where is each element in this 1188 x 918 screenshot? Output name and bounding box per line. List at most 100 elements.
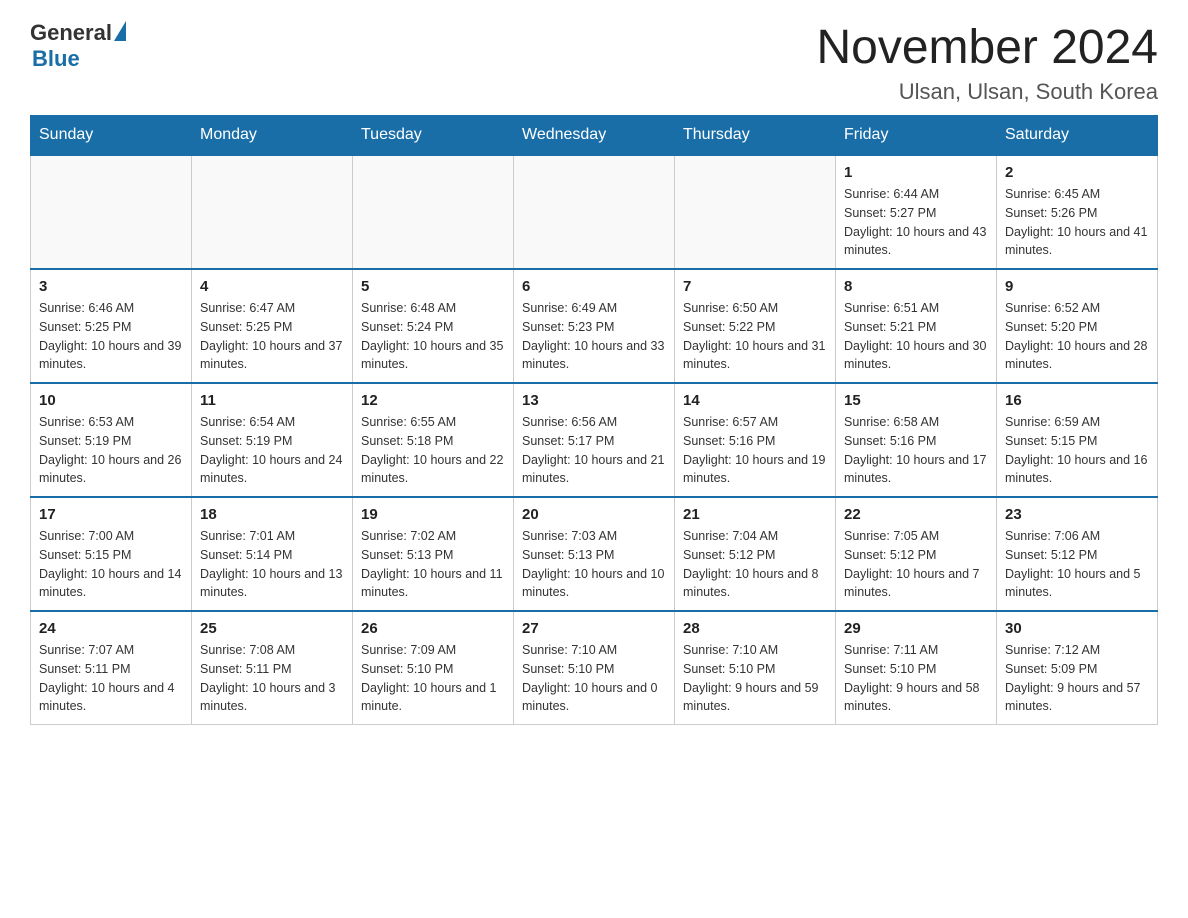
calendar-title: November 2024 — [816, 20, 1158, 75]
calendar-cell-w1-d3: 6 Sunrise: 6:49 AMSunset: 5:23 PMDaylight… — [514, 269, 675, 383]
day-number: 4 — [200, 278, 344, 295]
day-number: 23 — [1005, 506, 1149, 523]
day-info: Sunrise: 6:57 AMSunset: 5:16 PMDaylight:… — [683, 413, 827, 488]
calendar-cell-w1-d2: 5Sunrise: 6:48 AMSunset: 5:24 PMDaylight… — [353, 269, 514, 383]
day-number: 21 — [683, 506, 827, 523]
calendar-cell-w0-d0 — [31, 155, 192, 269]
day-number: 15 — [844, 392, 988, 409]
day-number: 17 — [39, 506, 183, 523]
calendar-cell-w4-d4: 28 Sunrise: 7:10 AMSunset: 5:10 PMDayligh… — [675, 611, 836, 725]
weekday-header-friday: Friday — [836, 116, 997, 156]
day-info: Sunrise: 6:52 AMSunset: 5:20 PMDaylight:… — [1005, 299, 1149, 374]
day-number: 1 — [844, 164, 988, 181]
day-number: 27 — [522, 620, 666, 637]
day-info: Sunrise: 7:11 AMSunset: 5:10 PMDaylight:… — [844, 641, 988, 716]
day-info: Sunrise: 7:07 AMSunset: 5:11 PMDaylight:… — [39, 641, 183, 716]
calendar-cell-w4-d6: 30 Sunrise: 7:12 AMSunset: 5:09 PMDayligh… — [997, 611, 1158, 725]
day-number: 6 — [522, 278, 666, 295]
day-number: 19 — [361, 506, 505, 523]
day-info: Sunrise: 6:55 AMSunset: 5:18 PMDaylight:… — [361, 413, 505, 488]
day-number: 29 — [844, 620, 988, 637]
day-info: Sunrise: 6:54 AMSunset: 5:19 PMDaylight:… — [200, 413, 344, 488]
day-info: Sunrise: 7:08 AMSunset: 5:11 PMDaylight:… — [200, 641, 344, 716]
logo-blue-text: Blue — [32, 46, 80, 72]
calendar-cell-w3-d5: 22Sunrise: 7:05 AMSunset: 5:12 PMDayligh… — [836, 497, 997, 611]
day-info: Sunrise: 6:50 AMSunset: 5:22 PMDaylight:… — [683, 299, 827, 374]
calendar-cell-w4-d2: 26 Sunrise: 7:09 AMSunset: 5:10 PMDayligh… — [353, 611, 514, 725]
week-row-4: 24 Sunrise: 7:07 AMSunset: 5:11 PMDayligh… — [31, 611, 1158, 725]
week-row-1: 3 Sunrise: 6:46 AMSunset: 5:25 PMDaylight… — [31, 269, 1158, 383]
calendar-cell-w1-d5: 8Sunrise: 6:51 AMSunset: 5:21 PMDaylight… — [836, 269, 997, 383]
day-number: 10 — [39, 392, 183, 409]
calendar-cell-w2-d1: 11 Sunrise: 6:54 AMSunset: 5:19 PMDayligh… — [192, 383, 353, 497]
calendar-cell-w3-d1: 18Sunrise: 7:01 AMSunset: 5:14 PMDayligh… — [192, 497, 353, 611]
day-number: 26 — [361, 620, 505, 637]
day-info: Sunrise: 7:03 AMSunset: 5:13 PMDaylight:… — [522, 527, 666, 602]
calendar-cell-w2-d2: 12 Sunrise: 6:55 AMSunset: 5:18 PMDayligh… — [353, 383, 514, 497]
day-info: Sunrise: 7:02 AMSunset: 5:13 PMDaylight:… — [361, 527, 505, 602]
day-number: 7 — [683, 278, 827, 295]
calendar-cell-w4-d1: 25 Sunrise: 7:08 AMSunset: 5:11 PMDayligh… — [192, 611, 353, 725]
calendar-cell-w2-d0: 10 Sunrise: 6:53 AMSunset: 5:19 PMDayligh… — [31, 383, 192, 497]
day-info: Sunrise: 7:10 AMSunset: 5:10 PMDaylight:… — [522, 641, 666, 716]
day-number: 22 — [844, 506, 988, 523]
logo-general-text: General — [30, 20, 112, 46]
calendar-cell-w0-d4 — [675, 155, 836, 269]
day-number: 24 — [39, 620, 183, 637]
day-number: 3 — [39, 278, 183, 295]
day-number: 5 — [361, 278, 505, 295]
calendar-cell-w2-d4: 14Sunrise: 6:57 AMSunset: 5:16 PMDayligh… — [675, 383, 836, 497]
day-info: Sunrise: 7:09 AMSunset: 5:10 PMDaylight:… — [361, 641, 505, 716]
logo: General Blue — [30, 20, 126, 72]
day-info: Sunrise: 6:53 AMSunset: 5:19 PMDaylight:… — [39, 413, 183, 488]
calendar-cell-w2-d5: 15 Sunrise: 6:58 AMSunset: 5:16 PMDayligh… — [836, 383, 997, 497]
calendar-cell-w3-d6: 23 Sunrise: 7:06 AMSunset: 5:12 PMDayligh… — [997, 497, 1158, 611]
calendar-cell-w4-d0: 24 Sunrise: 7:07 AMSunset: 5:11 PMDayligh… — [31, 611, 192, 725]
calendar-cell-w0-d1 — [192, 155, 353, 269]
day-info: Sunrise: 6:45 AMSunset: 5:26 PMDaylight:… — [1005, 185, 1149, 260]
day-number: 28 — [683, 620, 827, 637]
weekday-header-thursday: Thursday — [675, 116, 836, 156]
calendar-cell-w1-d0: 3 Sunrise: 6:46 AMSunset: 5:25 PMDaylight… — [31, 269, 192, 383]
calendar-subtitle: Ulsan, Ulsan, South Korea — [816, 79, 1158, 105]
calendar-cell-w3-d3: 20 Sunrise: 7:03 AMSunset: 5:13 PMDayligh… — [514, 497, 675, 611]
day-info: Sunrise: 6:44 AMSunset: 5:27 PMDaylight:… — [844, 185, 988, 260]
day-number: 11 — [200, 392, 344, 409]
week-row-0: 1 Sunrise: 6:44 AMSunset: 5:27 PMDaylight… — [31, 155, 1158, 269]
calendar-cell-w4-d5: 29 Sunrise: 7:11 AMSunset: 5:10 PMDayligh… — [836, 611, 997, 725]
day-info: Sunrise: 6:56 AMSunset: 5:17 PMDaylight:… — [522, 413, 666, 488]
day-number: 8 — [844, 278, 988, 295]
day-info: Sunrise: 7:12 AMSunset: 5:09 PMDaylight:… — [1005, 641, 1149, 716]
weekday-header-monday: Monday — [192, 116, 353, 156]
calendar-cell-w0-d3 — [514, 155, 675, 269]
calendar-cell-w0-d6: 2Sunrise: 6:45 AMSunset: 5:26 PMDaylight… — [997, 155, 1158, 269]
calendar-cell-w2-d6: 16 Sunrise: 6:59 AMSunset: 5:15 PMDayligh… — [997, 383, 1158, 497]
day-info: Sunrise: 6:59 AMSunset: 5:15 PMDaylight:… — [1005, 413, 1149, 488]
title-block: November 2024 Ulsan, Ulsan, South Korea — [816, 20, 1158, 105]
day-number: 25 — [200, 620, 344, 637]
day-info: Sunrise: 7:06 AMSunset: 5:12 PMDaylight:… — [1005, 527, 1149, 602]
day-info: Sunrise: 6:49 AMSunset: 5:23 PMDaylight:… — [522, 299, 666, 374]
calendar-cell-w4-d3: 27 Sunrise: 7:10 AMSunset: 5:10 PMDayligh… — [514, 611, 675, 725]
calendar-cell-w1-d1: 4 Sunrise: 6:47 AMSunset: 5:25 PMDaylight… — [192, 269, 353, 383]
weekday-header-wednesday: Wednesday — [514, 116, 675, 156]
calendar-cell-w3-d2: 19 Sunrise: 7:02 AMSunset: 5:13 PMDayligh… — [353, 497, 514, 611]
calendar-cell-w1-d4: 7 Sunrise: 6:50 AMSunset: 5:22 PMDaylight… — [675, 269, 836, 383]
weekday-header-row: SundayMondayTuesdayWednesdayThursdayFrid… — [31, 116, 1158, 156]
day-number: 20 — [522, 506, 666, 523]
day-number: 9 — [1005, 278, 1149, 295]
day-info: Sunrise: 7:10 AMSunset: 5:10 PMDaylight:… — [683, 641, 827, 716]
weekday-header-sunday: Sunday — [31, 116, 192, 156]
day-number: 12 — [361, 392, 505, 409]
day-number: 16 — [1005, 392, 1149, 409]
logo-triangle-icon — [114, 21, 126, 41]
day-number: 30 — [1005, 620, 1149, 637]
day-info: Sunrise: 6:47 AMSunset: 5:25 PMDaylight:… — [200, 299, 344, 374]
calendar-cell-w1-d6: 9 Sunrise: 6:52 AMSunset: 5:20 PMDaylight… — [997, 269, 1158, 383]
day-info: Sunrise: 6:58 AMSunset: 5:16 PMDaylight:… — [844, 413, 988, 488]
calendar-cell-w3-d4: 21Sunrise: 7:04 AMSunset: 5:12 PMDayligh… — [675, 497, 836, 611]
page-header: General Blue November 2024 Ulsan, Ulsan,… — [30, 20, 1158, 105]
day-info: Sunrise: 6:46 AMSunset: 5:25 PMDaylight:… — [39, 299, 183, 374]
calendar-cell-w0-d2 — [353, 155, 514, 269]
weekday-header-saturday: Saturday — [997, 116, 1158, 156]
